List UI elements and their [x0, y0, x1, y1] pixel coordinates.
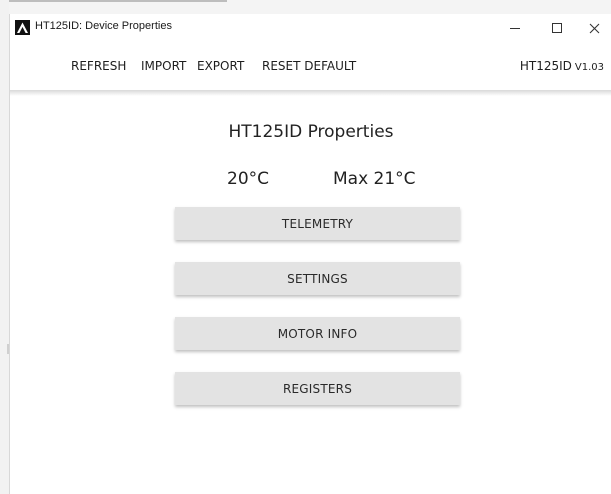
screenshot-frame: HT125ID: Device Properties REFRESH IMPOR…: [0, 0, 611, 494]
current-temperature: 20°C: [227, 169, 270, 189]
settings-button[interactable]: SETTINGS: [175, 262, 460, 295]
telemetry-button[interactable]: TELEMETRY: [175, 207, 460, 240]
window-title: HT125ID: Device Properties: [35, 20, 172, 32]
page-title: HT125ID Properties: [228, 122, 394, 142]
close-button[interactable]: [576, 14, 611, 42]
device-properties-window: HT125ID: Device Properties REFRESH IMPOR…: [9, 14, 611, 494]
minimize-icon: [510, 27, 520, 29]
max-temperature: Max 21°C: [333, 169, 416, 189]
registers-button[interactable]: REGISTERS: [175, 372, 460, 405]
import-menu-item[interactable]: IMPORT: [141, 59, 186, 73]
desktop-edge-left: [0, 0, 9, 494]
maximize-button[interactable]: [534, 14, 580, 42]
desktop-edge-top: [0, 0, 611, 14]
reset-default-menu-item[interactable]: RESET DEFAULT: [262, 59, 356, 73]
close-icon: [589, 23, 599, 33]
background-window-edge: [9, 0, 227, 2]
main-content: HT125ID Properties 20°C Max 21°C TELEMET…: [10, 96, 611, 494]
maximize-icon: [552, 23, 562, 33]
motor-info-button[interactable]: MOTOR INFO: [175, 317, 460, 350]
minimize-button[interactable]: [492, 14, 538, 42]
toolbar: REFRESH IMPORT EXPORT RESET DEFAULT HT12…: [10, 42, 611, 90]
export-menu-item[interactable]: EXPORT: [197, 59, 244, 73]
temperature-row: 20°C Max 21°C: [10, 169, 611, 193]
app-logo-icon: [15, 20, 30, 35]
title-bar[interactable]: HT125ID: Device Properties: [10, 14, 611, 42]
device-version: V1.03: [574, 62, 604, 73]
device-model-label: HT125ID V1.03: [520, 59, 604, 73]
device-name: HT125ID: [519, 59, 572, 73]
refresh-menu-item[interactable]: REFRESH: [71, 59, 126, 73]
